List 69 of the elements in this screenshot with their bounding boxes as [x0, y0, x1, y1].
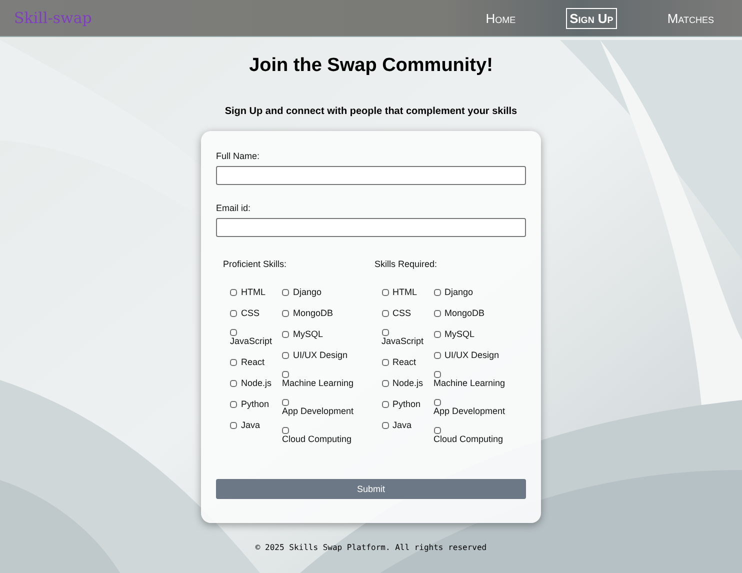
skill-label: HTML	[241, 287, 266, 298]
skill-label: Cloud Computing	[282, 434, 352, 445]
nav-link[interactable]: Matches	[663, 8, 718, 28]
page-title: Join the Swap Community!	[248, 55, 494, 77]
skill-checkbox[interactable]	[282, 331, 289, 338]
skill-checkbox[interactable]	[230, 422, 237, 429]
skill-checkbox[interactable]	[382, 329, 388, 336]
skill-checkbox[interactable]	[434, 427, 440, 434]
skill-checkbox[interactable]	[382, 401, 388, 408]
skill-label: App Development	[282, 406, 354, 417]
nav-link[interactable]: Sign Up	[566, 8, 618, 28]
skill-label: MySQL	[444, 329, 475, 340]
skill-checkbox[interactable]	[230, 401, 237, 408]
skill-checkbox[interactable]	[230, 289, 237, 296]
skill-label: Java	[241, 420, 260, 431]
footer-text: © 2025 Skills Swap Platform. All rights reserved	[254, 543, 488, 552]
skill-checkbox[interactable]	[434, 352, 440, 359]
group-label: Skills Required:	[374, 259, 438, 269]
skill-checkbox[interactable]	[434, 289, 440, 296]
skill-checkbox[interactable]	[282, 289, 289, 296]
skill-checkbox[interactable]	[282, 352, 289, 359]
skill-checkbox[interactable]	[434, 310, 440, 317]
input-field[interactable]	[216, 218, 526, 237]
skill-label: CSS	[241, 308, 260, 319]
skill-checkbox[interactable]	[282, 399, 289, 406]
skill-checkbox[interactable]	[382, 422, 388, 429]
skill-label: Python	[241, 399, 270, 410]
field-label: Full Name:	[216, 151, 261, 161]
skill-label: Java	[392, 420, 412, 431]
skill-checkbox[interactable]	[382, 359, 388, 366]
page-subtitle: Sign Up and connect with people that complement your skills	[224, 106, 518, 117]
field-label: Email id:	[216, 203, 252, 213]
skill-checkbox[interactable]	[282, 427, 289, 434]
skill-checkbox[interactable]	[230, 329, 237, 336]
skill-checkbox[interactable]	[434, 371, 440, 378]
skill-label: MongoDB	[444, 308, 485, 319]
group-label: Proficient Skills:	[223, 259, 288, 269]
skill-label: React	[241, 357, 265, 368]
skill-label: Machine Learning	[282, 378, 354, 389]
skill-label: Django	[444, 287, 474, 298]
skill-label: Node.js	[241, 378, 272, 389]
skill-label: CSS	[392, 308, 412, 319]
skill-checkbox[interactable]	[382, 310, 388, 317]
skill-label: React	[392, 357, 416, 368]
skill-checkbox[interactable]	[434, 331, 440, 338]
skill-label: JavaScript	[382, 336, 424, 347]
skill-label: UI/UX Design	[293, 350, 348, 361]
skill-label: JavaScript	[230, 336, 272, 347]
skill-checkbox[interactable]	[230, 359, 237, 366]
submit-button[interactable]: Submit	[216, 479, 526, 499]
skill-label: UI/UX Design	[444, 350, 500, 361]
skill-label: MongoDB	[293, 308, 334, 319]
skill-checkbox[interactable]	[230, 380, 237, 387]
skill-checkbox[interactable]	[282, 371, 289, 378]
skill-checkbox[interactable]	[282, 310, 289, 317]
skill-label: Node.js	[392, 378, 424, 389]
skill-checkbox[interactable]	[382, 380, 388, 387]
skill-label: Django	[293, 287, 322, 298]
skill-checkbox[interactable]	[382, 289, 388, 296]
skill-label: Python	[392, 399, 421, 410]
skill-label: MySQL	[293, 329, 324, 340]
skill-label: HTML	[392, 287, 417, 298]
skill-checkbox[interactable]	[434, 399, 440, 406]
input-field[interactable]	[216, 166, 526, 185]
skill-label: App Development	[434, 406, 506, 417]
skill-checkbox[interactable]	[230, 310, 237, 317]
nav-link[interactable]: Home	[482, 8, 520, 28]
skill-label: Machine Learning	[434, 378, 506, 389]
skill-label: Cloud Computing	[434, 434, 504, 445]
